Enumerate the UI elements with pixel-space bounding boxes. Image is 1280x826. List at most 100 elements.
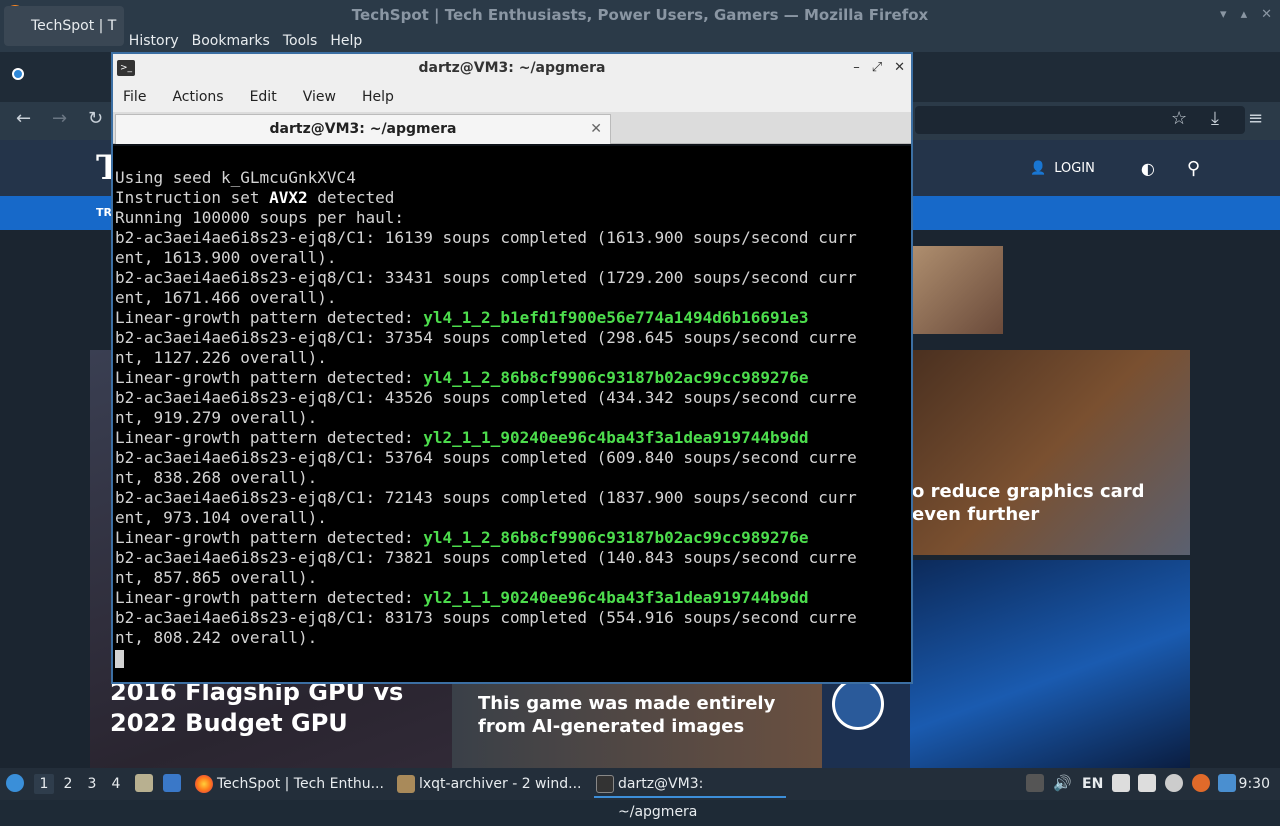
login-link[interactable]: 👤 LOGIN ◐ ⚲ xyxy=(1030,158,1200,179)
reload-icon[interactable]: ↻ xyxy=(88,108,103,129)
headline-gpu[interactable]: 2016 Flagship GPU vs 2022 Budget GPU xyxy=(110,677,430,739)
maximize-icon[interactable]: ⤢ xyxy=(872,54,882,82)
terminal-line-text: Using seed k_GLmcuGnkXVC4 xyxy=(115,168,356,187)
forward-icon[interactable]: → xyxy=(52,108,67,129)
terminal-line-text: b2-ac3aei4ae6i8s23-ejq8/C1: 72143 soups … xyxy=(115,488,857,507)
volume-icon[interactable]: 🔊 xyxy=(1053,774,1072,792)
terminal-tab-label: dartz@VM3: ~/apgmera xyxy=(269,121,457,137)
close-icon[interactable]: ✕ xyxy=(894,54,905,82)
task-firefox[interactable]: TechSpot | Tech Enthu... xyxy=(193,770,388,798)
terminal-output[interactable]: Using seed k_GLmcuGnkXVC4 Instruction set… xyxy=(113,146,911,682)
terminal-menu-actions[interactable]: Actions xyxy=(172,89,223,105)
task-terminal[interactable]: dartz@VM3: ~/apgmera xyxy=(594,770,786,820)
terminal-line: b2-ac3aei4ae6i8s23-ejq8/C1: 37354 soups … xyxy=(115,328,911,348)
terminal-line-text: Linear-growth pattern detected: xyxy=(115,368,424,387)
terminal-line-text: b2-ac3aei4ae6i8s23-ejq8/C1: 83173 soups … xyxy=(115,608,857,627)
firefox-title-bar[interactable]: TechSpot | Tech Enthusiasts, Power Users… xyxy=(0,0,1280,30)
keyboard-layout[interactable]: EN xyxy=(1082,768,1103,800)
firefox-tab-label: TechSpot | T xyxy=(31,18,117,34)
menu-help[interactable]: Help xyxy=(330,33,362,49)
terminal-window-controls: – ⤢ ✕ xyxy=(853,54,905,82)
terminal-menu-bar: File Actions Edit View Help xyxy=(113,82,911,112)
close-icon[interactable]: ✕ xyxy=(1261,0,1272,30)
terminal-line-text: ent, 1613.900 overall). xyxy=(115,248,337,267)
terminal-window[interactable]: dartz@VM3: ~/apgmera >_ – ⤢ ✕ File Actio… xyxy=(111,52,913,684)
start-menu-icon[interactable] xyxy=(6,774,24,792)
terminal-line-text: b2-ac3aei4ae6i8s23-ejq8/C1: 37354 soups … xyxy=(115,328,857,347)
terminal-title-bar[interactable]: dartz@VM3: ~/apgmera xyxy=(113,54,911,82)
terminal-tab[interactable]: dartz@VM3: ~/apgmera ✕ xyxy=(115,114,611,144)
workspace-3[interactable]: 3 xyxy=(82,774,102,794)
terminal-line-text: Linear-growth pattern detected: xyxy=(115,308,424,327)
back-icon[interactable]: ← xyxy=(16,108,31,129)
terminal-line: ent, 1671.466 overall). xyxy=(115,288,911,308)
site-nav-item[interactable]: TR xyxy=(96,206,112,219)
minimize-icon[interactable]: ▾ xyxy=(1220,0,1227,30)
terminal-line: Linear-growth pattern detected: yl4_1_2_… xyxy=(115,368,911,388)
workspace-1[interactable]: 1 xyxy=(34,774,54,794)
firefox-icon xyxy=(195,775,213,793)
terminal-menu-view[interactable]: View xyxy=(303,89,336,105)
terminal-cursor xyxy=(115,649,124,668)
terminal-menu-help[interactable]: Help xyxy=(362,89,394,105)
terminal-line: b2-ac3aei4ae6i8s23-ejq8/C1: 16139 soups … xyxy=(115,228,911,248)
show-desktop-icon[interactable] xyxy=(163,774,181,792)
terminal-line-text: nt, 857.865 overall). xyxy=(115,568,318,587)
terminal-line-text: Linear-growth pattern detected: xyxy=(115,428,424,447)
terminal-menu-edit[interactable]: Edit xyxy=(250,89,277,105)
headline-graphics-card[interactable]: o reduce graphics card even further xyxy=(912,480,1152,527)
terminal-line: b2-ac3aei4ae6i8s23-ejq8/C1: 83173 soups … xyxy=(115,608,911,628)
maximize-icon[interactable]: ▴ xyxy=(1241,0,1248,30)
workspace-4[interactable]: 4 xyxy=(106,774,126,794)
terminal-line-text: Linear-growth pattern detected: xyxy=(115,528,424,547)
terminal-line: Instruction set AVX2 detected xyxy=(115,188,911,208)
theme-toggle-icon[interactable]: ◐ xyxy=(1141,159,1155,178)
terminal-line: nt, 808.242 overall). xyxy=(115,628,911,648)
url-bar[interactable] xyxy=(915,106,1245,134)
terminal-line-text: nt, 808.242 overall). xyxy=(115,628,318,647)
app-menu-icon[interactable]: ≡ xyxy=(1248,108,1263,129)
terminal-line: b2-ac3aei4ae6i8s23-ejq8/C1: 53764 soups … xyxy=(115,448,911,468)
terminal-line-text: nt, 1127.226 overall). xyxy=(115,348,327,367)
network-icon[interactable] xyxy=(1165,774,1183,792)
story-card-image-2[interactable] xyxy=(910,560,1190,768)
terminal-line: Running 100000 soups per haul: xyxy=(115,208,911,228)
file-manager-icon[interactable] xyxy=(135,774,153,792)
terminal-line: b2-ac3aei4ae6i8s23-ejq8/C1: 72143 soups … xyxy=(115,488,911,508)
terminal-line: b2-ac3aei4ae6i8s23-ejq8/C1: 33431 soups … xyxy=(115,268,911,288)
clipboard-icon[interactable] xyxy=(1112,774,1130,792)
tray-app-icon[interactable] xyxy=(1026,774,1044,792)
display-icon[interactable] xyxy=(1138,774,1156,792)
search-icon[interactable]: ⚲ xyxy=(1187,158,1200,179)
downloads-icon[interactable]: ⤓ xyxy=(1211,108,1219,129)
minimize-icon[interactable]: – xyxy=(853,54,860,82)
menu-tools[interactable]: Tools xyxy=(283,33,318,49)
pattern-id-highlight: yl4_1_2_86b8cf9906c93187b02ac99cc989276e xyxy=(423,528,809,547)
workspace-2[interactable]: 2 xyxy=(58,774,78,794)
notification-icon[interactable] xyxy=(1218,774,1236,792)
badge-icon xyxy=(832,678,884,730)
firefox-window-title: TechSpot | Tech Enthusiasts, Power Users… xyxy=(351,6,929,24)
tab-close-icon[interactable]: ✕ xyxy=(590,115,602,143)
pattern-id-highlight: yl2_1_1_90240ee96c4ba43f3a1dea919744b9dd xyxy=(423,588,809,607)
task-terminal-label: dartz@VM3: ~/apgmera xyxy=(618,776,704,820)
headline-ai-game[interactable]: This game was made entirely from AI-gene… xyxy=(478,692,808,739)
terminal-line: Using seed k_GLmcuGnkXVC4 xyxy=(115,168,911,188)
techspot-favicon-icon xyxy=(12,68,24,80)
terminal-line-text: b2-ac3aei4ae6i8s23-ejq8/C1: 33431 soups … xyxy=(115,268,857,287)
terminal-line-text: ent, 1671.466 overall). xyxy=(115,288,337,307)
task-archiver[interactable]: lxqt-archiver - 2 wind... xyxy=(395,770,585,798)
terminal-line: nt, 857.865 overall). xyxy=(115,568,911,588)
terminal-line: nt, 838.268 overall). xyxy=(115,468,911,488)
clock[interactable]: 9:30 xyxy=(1239,768,1270,800)
terminal-menu-file[interactable]: File xyxy=(123,89,146,105)
update-icon[interactable] xyxy=(1192,774,1210,792)
menu-history[interactable]: History xyxy=(129,33,179,49)
menu-bookmarks[interactable]: Bookmarks xyxy=(192,33,270,49)
login-label: LOGIN xyxy=(1054,161,1095,176)
firefox-tab[interactable]: TechSpot | T xyxy=(4,6,124,46)
ad-image[interactable] xyxy=(908,246,1003,334)
terminal-line-text: b2-ac3aei4ae6i8s23-ejq8/C1: 43526 soups … xyxy=(115,388,857,407)
terminal-line: nt, 1127.226 overall). xyxy=(115,348,911,368)
bookmark-star-icon[interactable]: ☆ xyxy=(1171,108,1187,129)
